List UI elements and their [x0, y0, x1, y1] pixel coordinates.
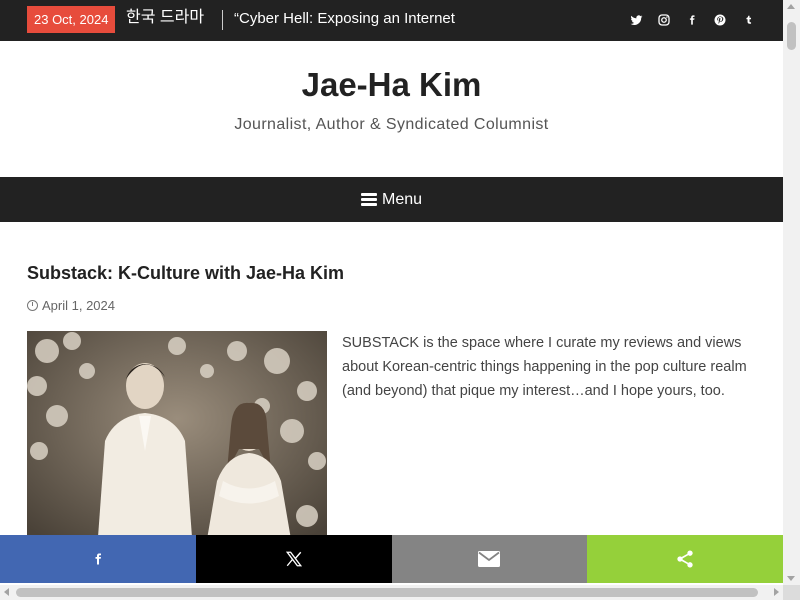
post-title-link[interactable]: Substack: K-Culture with Jae-Ha Kim	[27, 262, 756, 284]
site-tagline: Journalist, Author & Syndicated Columnis…	[234, 116, 549, 133]
menu-label: Menu	[381, 190, 423, 208]
post-body: SUBSTACK is the space where I curate my …	[27, 331, 756, 551]
share-icon	[677, 550, 693, 568]
scrollbar-corner	[783, 585, 800, 600]
hamburger-icon	[360, 193, 377, 206]
post-thumbnail-image[interactable]	[27, 331, 327, 551]
post-date[interactable]: April 1, 2024	[42, 298, 115, 313]
tumblr-icon[interactable]	[741, 11, 755, 29]
scroll-right-icon[interactable]	[774, 588, 779, 596]
email-icon	[478, 551, 501, 567]
instagram-icon[interactable]	[657, 11, 671, 29]
scroll-down-icon[interactable]	[787, 576, 795, 581]
scroll-left-icon[interactable]	[4, 588, 9, 596]
post-meta: April 1, 2024	[27, 298, 756, 313]
post-excerpt: SUBSTACK is the space where I curate my …	[342, 335, 747, 399]
share-x-button[interactable]	[195, 535, 392, 583]
ticker-category[interactable]: 한국 드라마	[126, 7, 204, 29]
site-title[interactable]: Jae-Ha Kim	[0, 41, 783, 105]
facebook-icon[interactable]	[685, 11, 699, 29]
date-badge: 23 Oct, 2024	[27, 6, 116, 33]
vertical-scroll-thumb[interactable]	[787, 22, 796, 50]
horizontal-scrollbar[interactable]	[0, 585, 783, 600]
scroll-up-icon[interactable]	[787, 4, 795, 9]
vertical-scrollbar[interactable]	[783, 0, 800, 585]
ticker-headline-link[interactable]: “Cyber Hell: Exposing an Internet	[234, 8, 455, 30]
twitter-icon[interactable]	[629, 11, 643, 29]
main-navigation: Menu	[0, 177, 783, 222]
share-more-button[interactable]	[587, 535, 783, 583]
menu-toggle-button[interactable]: Menu	[360, 190, 423, 209]
clock-icon	[27, 300, 38, 311]
ticker-divider	[222, 10, 223, 30]
share-bar	[0, 535, 783, 583]
share-facebook-button[interactable]	[0, 535, 196, 583]
site-header: Jae-Ha Kim Journalist, Author & Syndicat…	[0, 41, 783, 177]
x-icon	[285, 551, 302, 567]
photo-couple-icon	[27, 331, 327, 551]
horizontal-scroll-thumb[interactable]	[16, 588, 758, 597]
post-article: Substack: K-Culture with Jae-Ha Kim Apri…	[0, 262, 783, 551]
pinterest-icon[interactable]	[713, 11, 727, 29]
top-bar: 23 Oct, 2024 한국 드라마 “Cyber Hell: Exposin…	[0, 0, 783, 41]
facebook-icon	[95, 553, 101, 565]
page-viewport: 23 Oct, 2024 한국 드라마 “Cyber Hell: Exposin…	[0, 0, 783, 585]
share-email-button[interactable]	[391, 535, 588, 583]
social-links	[629, 11, 755, 29]
